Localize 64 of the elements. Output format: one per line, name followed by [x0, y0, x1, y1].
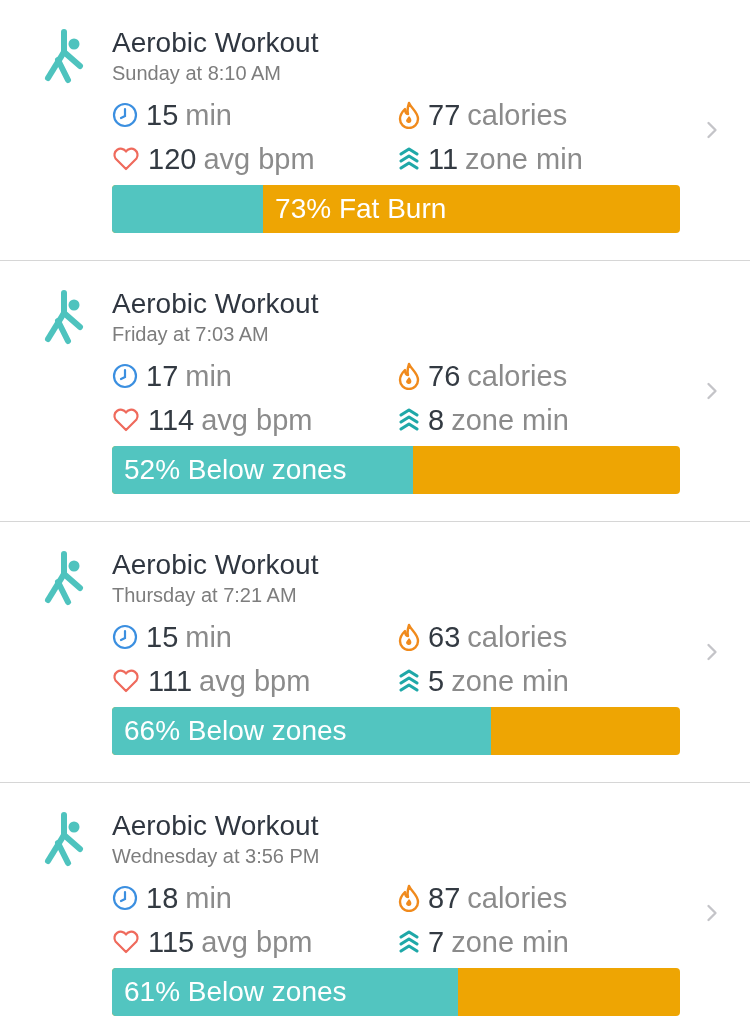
flame-icon [398, 362, 420, 390]
stat-unit: min [185, 620, 232, 654]
chevrons-up-icon [398, 668, 420, 694]
workout-row[interactable]: Aerobic Workout Thursday at 7:21 AM 15 min 63 calories 111 avg bpm 5 zone min 66% Below zones [0, 522, 750, 783]
heart-icon [112, 147, 140, 171]
zone-label: 61% Below zones [124, 978, 347, 1006]
stat-value: 17 [146, 359, 179, 393]
stat-unit: min [185, 881, 232, 915]
workout-title: Aerobic Workout [112, 26, 320, 60]
stat-unit: avg bpm [203, 142, 315, 176]
stat-value: 111 [148, 664, 193, 698]
stat-value: 120 [148, 142, 197, 176]
stat-value: 114 [148, 403, 195, 437]
stat-unit: zone min [465, 142, 583, 176]
stat-unit: min [185, 359, 232, 393]
stat-unit: zone min [451, 664, 569, 698]
stat-value: 7 [428, 925, 445, 959]
chevrons-up-icon [398, 407, 420, 433]
workout-title: Aerobic Workout [112, 548, 320, 582]
stat-value: 63 [428, 620, 461, 654]
stat-unit: avg bpm [201, 925, 313, 959]
stat-unit: calories [467, 98, 568, 132]
stat-unit: min [185, 98, 232, 132]
workout-time: Friday at 7:03 AM [112, 322, 270, 347]
clock-icon [112, 363, 138, 389]
stat-value: 77 [428, 98, 461, 132]
zone-label: 66% Below zones [124, 717, 347, 745]
stat-value: 15 [146, 98, 179, 132]
flame-icon [398, 884, 420, 912]
stat-unit: avg bpm [201, 403, 313, 437]
stat-value: 87 [428, 881, 461, 915]
stat-unit: zone min [451, 403, 569, 437]
workout-row[interactable]: Aerobic Workout Wednesday at 3:56 PM 18 min 87 calories 115 avg bpm 7 zone min 61% Below zones [0, 783, 750, 1020]
clock-icon [112, 624, 138, 650]
stat-value: 8 [428, 403, 445, 437]
flame-icon [398, 101, 420, 129]
workout-time: Thursday at 7:21 AM [112, 583, 298, 608]
stat-value: 76 [428, 359, 461, 393]
stat-unit: calories [467, 359, 568, 393]
stat-value: 11 [428, 142, 459, 176]
zone-label: 73% Fat Burn [275, 195, 447, 223]
chevrons-up-icon [398, 929, 420, 955]
stat-value: 115 [148, 925, 195, 959]
workout-time: Sunday at 8:10 AM [112, 61, 282, 86]
workout-row[interactable]: Aerobic Workout Friday at 7:03 AM 17 min 76 calories 114 avg bpm 8 zone min 52% Below zones [0, 261, 750, 522]
stat-unit: avg bpm [199, 664, 311, 698]
clock-icon [112, 885, 138, 911]
workout-time: Wednesday at 3:56 PM [112, 844, 321, 869]
stat-unit: zone min [451, 925, 569, 959]
heart-icon [112, 930, 140, 954]
stat-value: 18 [146, 881, 179, 915]
workout-title: Aerobic Workout [112, 287, 320, 321]
flame-icon [398, 623, 420, 651]
heart-icon [112, 408, 140, 432]
stat-unit: calories [467, 881, 568, 915]
stat-value: 5 [428, 664, 445, 698]
chevrons-up-icon [398, 146, 420, 172]
heart-icon [112, 669, 140, 693]
workout-title: Aerobic Workout [112, 809, 320, 843]
clock-icon [112, 102, 138, 128]
zone-label: 52% Below zones [124, 456, 347, 484]
workout-row[interactable]: Aerobic Workout Sunday at 8:10 AM 15 min 77 calories 120 avg bpm 11 zone min 73% Fat Burn [0, 0, 750, 261]
stat-unit: calories [467, 620, 568, 654]
stat-value: 15 [146, 620, 179, 654]
